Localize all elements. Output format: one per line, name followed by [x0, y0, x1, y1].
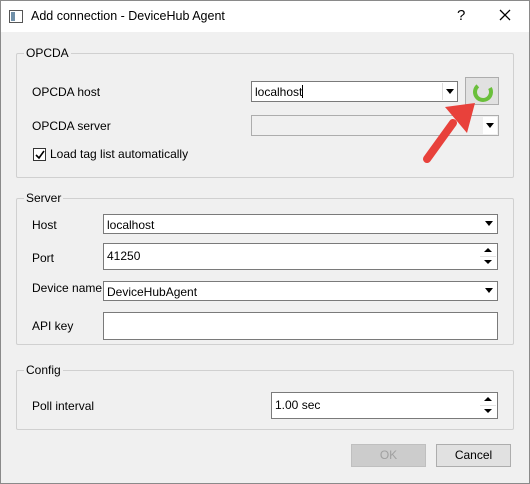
- poll-interval-value: 1.00 sec: [275, 398, 321, 412]
- device-name-combobox[interactable]: DeviceHubAgent: [103, 281, 498, 301]
- port-label: Port: [32, 251, 55, 265]
- add-connection-dialog: Add connection - DeviceHub Agent ? OPCDA…: [0, 0, 530, 484]
- spin-down-icon[interactable]: [480, 257, 496, 269]
- server-group-title: Server: [24, 191, 64, 205]
- opcda-host-value: localhost: [255, 85, 303, 99]
- chevron-down-icon[interactable]: [482, 216, 496, 232]
- pointer-arrow-icon: [423, 103, 475, 163]
- cancel-button[interactable]: Cancel: [436, 444, 511, 467]
- opcda-group-title: OPCDA: [24, 46, 71, 60]
- config-group-title: Config: [24, 363, 63, 377]
- spin-down-icon[interactable]: [480, 406, 496, 418]
- text-cursor: [302, 85, 304, 98]
- server-host-value: localhost: [107, 218, 155, 232]
- poll-interval-spinbox[interactable]: 1.00 sec: [271, 392, 498, 419]
- ok-button[interactable]: OK: [351, 444, 426, 467]
- api-key-input[interactable]: [103, 312, 498, 340]
- close-icon[interactable]: [495, 5, 515, 25]
- checkmark-icon: [35, 150, 45, 160]
- spin-up-icon[interactable]: [480, 394, 496, 406]
- window-app-icon: [9, 10, 23, 23]
- server-host-label: Host: [32, 218, 57, 232]
- spin-up-icon[interactable]: [480, 245, 496, 257]
- device-name-value: DeviceHubAgent: [107, 285, 198, 299]
- help-button[interactable]: ?: [457, 7, 465, 24]
- port-value: 41250: [107, 249, 141, 263]
- device-name-label: Device name: [32, 281, 103, 295]
- api-key-label: API key: [32, 319, 74, 333]
- load-tags-label[interactable]: Load tag list automatically: [50, 147, 188, 161]
- chevron-down-icon[interactable]: [482, 283, 496, 299]
- load-tags-checkbox[interactable]: [33, 148, 46, 161]
- opcda-server-label: OPCDA server: [32, 119, 111, 133]
- opcda-host-label: OPCDA host: [32, 85, 101, 99]
- window-title: Add connection - DeviceHub Agent: [31, 9, 225, 23]
- port-spinbox[interactable]: 41250: [103, 243, 498, 270]
- server-host-combobox[interactable]: localhost: [103, 214, 498, 234]
- poll-interval-label: Poll interval: [32, 399, 95, 413]
- title-bar[interactable]: Add connection - DeviceHub Agent ?: [1, 1, 529, 32]
